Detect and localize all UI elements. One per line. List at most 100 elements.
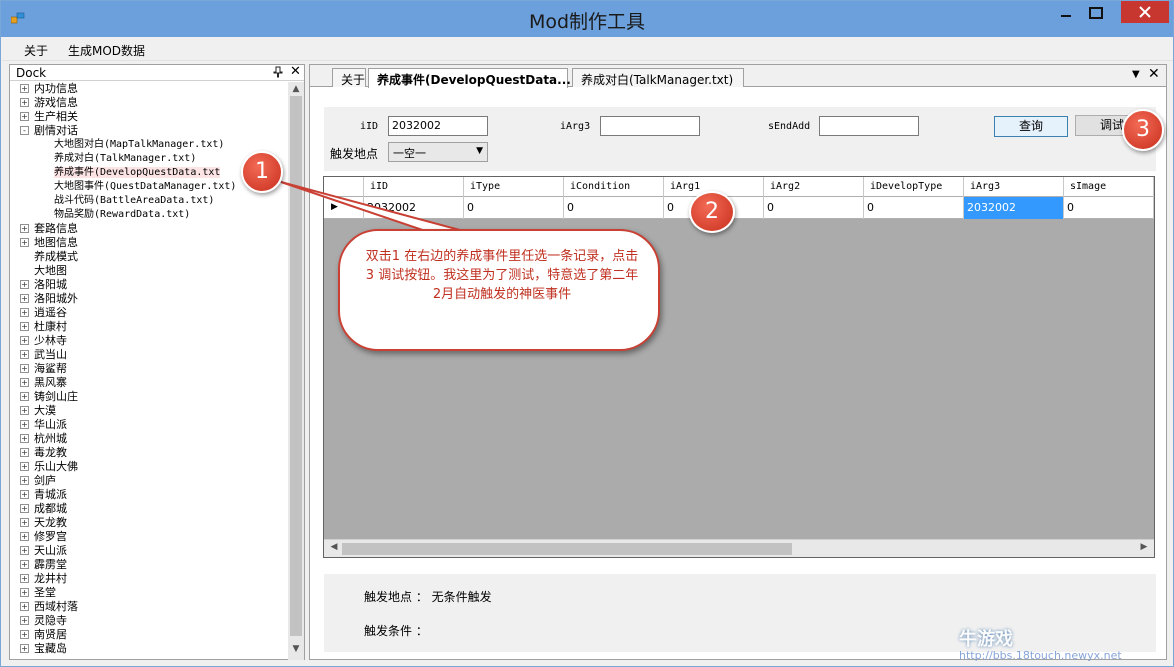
- minimize-button[interactable]: [1051, 1, 1081, 25]
- table-cell[interactable]: 0: [464, 197, 564, 219]
- tree-item[interactable]: + 生产相关: [20, 110, 78, 124]
- scroll-thumb[interactable]: [290, 96, 302, 636]
- grid-hscrollbar[interactable]: ◀ ▶: [324, 539, 1154, 557]
- tree-item[interactable]: + 华山派: [20, 418, 67, 432]
- expand-icon[interactable]: +: [20, 546, 29, 555]
- tree-item[interactable]: + 武当山: [20, 348, 67, 362]
- expand-icon[interactable]: +: [20, 490, 29, 499]
- table-cell[interactable]: 0: [1064, 197, 1154, 219]
- tab-talk-manager[interactable]: 养成对白(TalkManager.txt): [572, 68, 744, 87]
- table-cell[interactable]: 2032002: [364, 197, 464, 219]
- tab-develop-quest[interactable]: 养成事件(DevelopQuestData....: [368, 68, 575, 88]
- pin-icon[interactable]: [273, 66, 283, 81]
- tree-item[interactable]: + 天山派: [20, 544, 67, 558]
- tree-item[interactable]: + 游戏信息: [20, 96, 78, 110]
- row-header[interactable]: ▶: [324, 197, 364, 219]
- tree-item[interactable]: + 洛阳城外: [20, 292, 78, 306]
- expand-icon[interactable]: +: [20, 560, 29, 569]
- expand-icon[interactable]: +: [20, 364, 29, 373]
- tree-child-item[interactable]: 养成事件(DevelopQuestData.txt: [54, 166, 221, 180]
- close-button[interactable]: [1121, 1, 1169, 23]
- tree-item[interactable]: + 地图信息: [20, 236, 78, 250]
- expand-icon[interactable]: +: [20, 322, 29, 331]
- tree-item[interactable]: + 青城派: [20, 488, 67, 502]
- tree-item[interactable]: + 霹雳堂: [20, 558, 67, 572]
- tree-child-item[interactable]: 养成对白(TalkManager.txt): [54, 152, 196, 166]
- expand-icon[interactable]: +: [20, 504, 29, 513]
- expand-icon[interactable]: +: [20, 98, 29, 107]
- iid-input[interactable]: 2032002: [388, 116, 488, 136]
- dock-close-icon[interactable]: ✕: [290, 64, 301, 79]
- scroll-right-icon[interactable]: ▶: [1136, 542, 1152, 552]
- tree-item[interactable]: + 洛阳城: [20, 278, 67, 292]
- tree-child-item[interactable]: 大地图事件(QuestDataManager.txt): [54, 180, 236, 194]
- expand-icon[interactable]: +: [20, 574, 29, 583]
- tree-item[interactable]: + 西域村落: [20, 600, 78, 614]
- column-header[interactable]: iArg2: [764, 177, 864, 197]
- column-header[interactable]: iCondition: [564, 177, 664, 197]
- expand-icon[interactable]: +: [20, 588, 29, 597]
- tree-item[interactable]: + 乐山大佛: [20, 460, 78, 474]
- tree-scrollbar[interactable]: ▲ ▼: [288, 82, 304, 660]
- expand-icon[interactable]: +: [20, 294, 29, 303]
- column-header[interactable]: iType: [464, 177, 564, 197]
- expand-icon[interactable]: +: [20, 280, 29, 289]
- tree-item[interactable]: + 少林寺: [20, 334, 67, 348]
- table-cell[interactable]: 0: [764, 197, 864, 219]
- scroll-down-icon[interactable]: ▼: [288, 644, 304, 658]
- tree-item[interactable]: + 黑风寨: [20, 376, 67, 390]
- column-header[interactable]: iID: [364, 177, 464, 197]
- table-cell[interactable]: 2032002: [964, 197, 1064, 219]
- tab-close-icon[interactable]: ✕: [1148, 66, 1160, 82]
- expand-icon[interactable]: +: [20, 84, 29, 93]
- expand-icon[interactable]: +: [20, 336, 29, 345]
- tree-item[interactable]: 大地图: [34, 264, 67, 278]
- expand-icon[interactable]: +: [20, 308, 29, 317]
- expand-icon[interactable]: +: [20, 406, 29, 415]
- query-button[interactable]: 查询: [994, 116, 1068, 137]
- collapse-icon[interactable]: -: [20, 126, 29, 135]
- tree-item[interactable]: + 内功信息: [20, 82, 78, 96]
- tree-item[interactable]: + 铸剑山庄: [20, 390, 78, 404]
- expand-icon[interactable]: +: [20, 644, 29, 653]
- sendadd-input[interactable]: [819, 116, 919, 136]
- expand-icon[interactable]: +: [20, 392, 29, 401]
- expand-icon[interactable]: +: [20, 462, 29, 471]
- iarg3-input[interactable]: [600, 116, 700, 136]
- expand-icon[interactable]: +: [20, 448, 29, 457]
- title-bar[interactable]: Mod制作工具: [1, 1, 1173, 37]
- tree-child-item[interactable]: 物品奖励(RewardData.txt): [54, 208, 190, 222]
- table-row[interactable]: ▶ 2032002 0 0 0 0 0 2032002 0: [324, 197, 1154, 219]
- expand-icon[interactable]: +: [20, 616, 29, 625]
- tree-item[interactable]: + 灵隐寺: [20, 614, 67, 628]
- scroll-left-icon[interactable]: ◀: [326, 542, 342, 552]
- tree-item[interactable]: + 海鲨帮: [20, 362, 67, 376]
- expand-icon[interactable]: +: [20, 476, 29, 485]
- tree-item[interactable]: + 毒龙教: [20, 446, 67, 460]
- menu-about[interactable]: 关于: [24, 42, 48, 59]
- tree-item[interactable]: + 天龙教: [20, 516, 67, 530]
- tree-item[interactable]: + 成都城: [20, 502, 67, 516]
- expand-icon[interactable]: +: [20, 532, 29, 541]
- tree-item[interactable]: + 大漠: [20, 404, 56, 418]
- column-header[interactable]: sImage: [1064, 177, 1154, 197]
- tree-child-item[interactable]: 大地图对白(MapTalkManager.txt): [54, 138, 224, 152]
- maximize-button[interactable]: [1081, 1, 1111, 25]
- tree-item[interactable]: + 龙井村: [20, 572, 67, 586]
- tree-item[interactable]: + 南贤居: [20, 628, 67, 642]
- tree-item[interactable]: + 逍遥谷: [20, 306, 67, 320]
- expand-icon[interactable]: +: [20, 434, 29, 443]
- tree-item[interactable]: 养成模式: [34, 250, 78, 264]
- column-header[interactable]: iDevelopType: [864, 177, 964, 197]
- expand-icon[interactable]: +: [20, 518, 29, 527]
- column-header[interactable]: iArg3: [964, 177, 1064, 197]
- tree-item[interactable]: + 修罗宫: [20, 530, 67, 544]
- expand-icon[interactable]: +: [20, 378, 29, 387]
- hscroll-thumb[interactable]: [342, 543, 792, 555]
- tree-item[interactable]: + 杭州城: [20, 432, 67, 446]
- expand-icon[interactable]: +: [20, 224, 29, 233]
- expand-icon[interactable]: +: [20, 350, 29, 359]
- expand-icon[interactable]: +: [20, 420, 29, 429]
- expand-icon[interactable]: +: [20, 602, 29, 611]
- tree-item[interactable]: + 杜康村: [20, 320, 67, 334]
